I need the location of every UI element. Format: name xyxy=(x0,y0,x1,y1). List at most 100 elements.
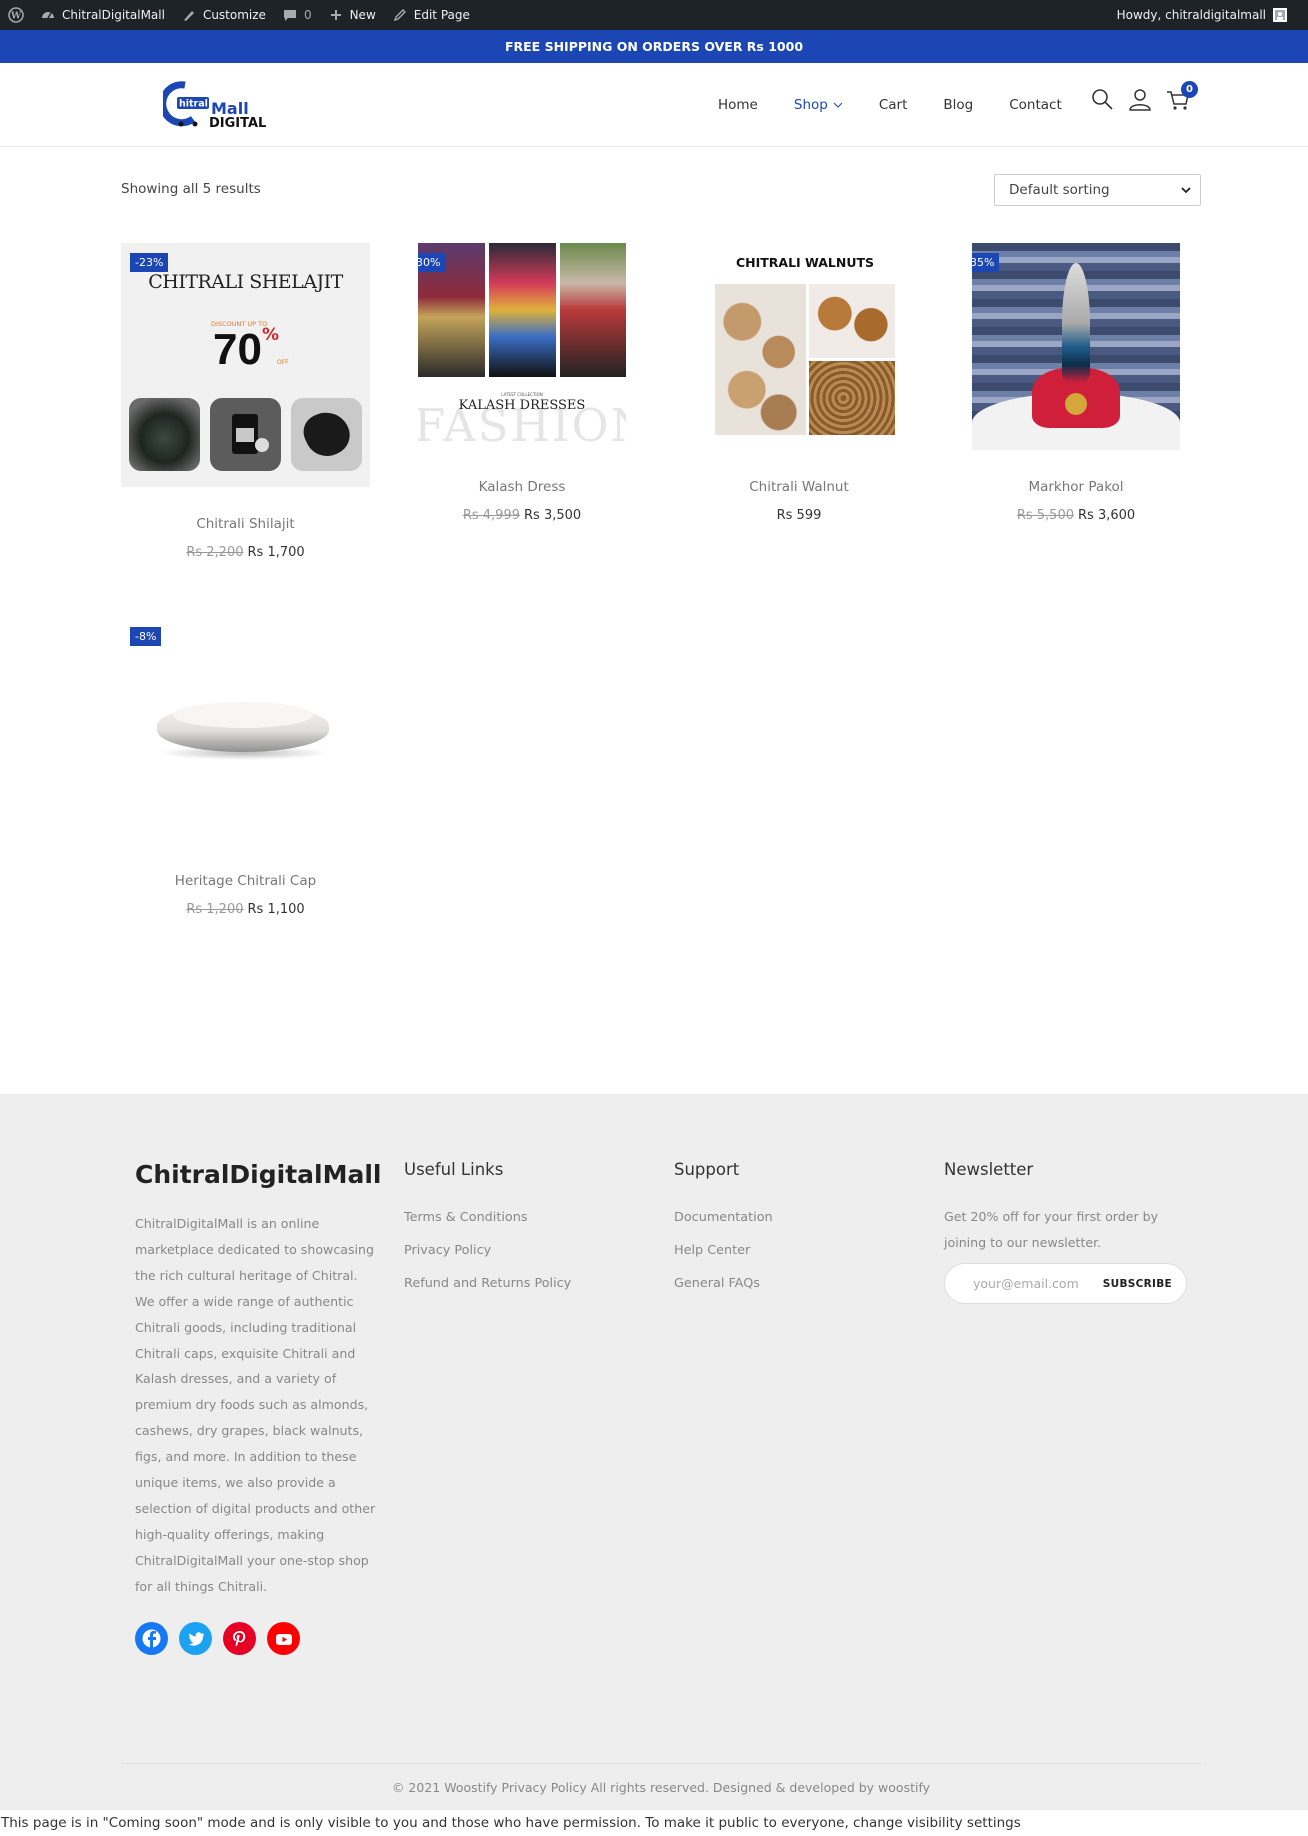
brush-icon xyxy=(183,11,194,21)
nav-contact[interactable]: Contact xyxy=(991,97,1080,113)
new-label: New xyxy=(349,8,376,22)
nav-shop[interactable]: Shop xyxy=(776,97,861,113)
facebook-icon[interactable] xyxy=(135,1622,168,1655)
cart-count-badge: 0 xyxy=(1181,81,1198,98)
main-nav: Home Shop Cart Blog Contact xyxy=(700,63,1080,147)
dashboard-icon xyxy=(42,12,54,19)
nav-cart[interactable]: Cart xyxy=(861,97,926,113)
nav-blog[interactable]: Blog xyxy=(925,97,991,113)
old-price: Rs 2,200 xyxy=(186,545,244,560)
shilajit-discount-number: 70% xyxy=(213,325,279,374)
site-name-link[interactable]: ChitralDigitalMall xyxy=(32,0,173,30)
footer-divider xyxy=(121,1763,1201,1764)
comments-link[interactable]: 0 xyxy=(274,0,320,30)
pakol-brooch xyxy=(1065,393,1087,415)
nav-contact-label: Contact xyxy=(1009,97,1062,113)
comments-count: 0 xyxy=(303,8,312,22)
sorting-value: Default sorting xyxy=(1009,182,1110,198)
promo-text: FREE SHIPPING ON ORDERS OVER Rs 1000 xyxy=(504,39,804,54)
product-name-markhor-pakol[interactable]: Markhor Pakol xyxy=(972,479,1180,495)
wordpress-logo-button[interactable]: W xyxy=(0,0,32,30)
product-price-shilajit: Rs 2,200 Rs 1,700 xyxy=(121,545,370,560)
site-name-label: ChitralDigitalMall xyxy=(62,8,165,22)
result-count: Showing all 5 results xyxy=(121,181,261,197)
cart-icon[interactable]: 0 xyxy=(1166,81,1198,111)
nav-shop-label: Shop xyxy=(793,97,828,113)
chevron-down-icon xyxy=(1181,187,1191,194)
admin-bar: W ChitralDigitalMall Customize 0 New Edi… xyxy=(0,0,1308,30)
discount-badge: -23% xyxy=(130,253,169,272)
sale-price: Rs 1,700 xyxy=(247,545,305,560)
footer-link-documentation[interactable]: Documentation xyxy=(674,1210,773,1225)
nav-home[interactable]: Home xyxy=(700,97,776,113)
kalash-small-label: LATEST COLLECTION xyxy=(501,392,543,397)
logo-graphic: hitral Mall DIGITAL xyxy=(159,81,266,131)
product-price-markhor-pakol: Rs 5,500 Rs 3,600 xyxy=(972,508,1180,523)
footer-link-terms[interactable]: Terms & Conditions xyxy=(404,1210,528,1225)
twitter-icon[interactable] xyxy=(179,1622,212,1655)
shilajit-bottle-image xyxy=(210,398,281,471)
pinterest-icon[interactable] xyxy=(223,1622,256,1655)
comment-icon xyxy=(283,10,296,21)
product-price-kalash-dress: Rs 4,999 Rs 3,500 xyxy=(418,508,626,523)
product-image-heritage-cap[interactable]: -8% xyxy=(121,618,370,854)
useful-links-heading: Useful Links xyxy=(404,1160,504,1179)
product-name-shilajit[interactable]: Chitrali Shilajit xyxy=(121,516,370,532)
user-account-icon[interactable] xyxy=(1128,87,1152,111)
shilajit-off-label: OFF xyxy=(277,359,289,366)
footer-about-text: ChitralDigitalMall is an online marketpl… xyxy=(135,1216,376,1594)
search-icon[interactable] xyxy=(1090,87,1114,111)
product-name-walnut[interactable]: Chitrali Walnut xyxy=(700,479,898,495)
product-price-heritage-cap: Rs 1,200 Rs 1,100 xyxy=(121,902,370,917)
sorting-select[interactable]: Default sorting xyxy=(994,174,1201,206)
my-account-menu[interactable]: Howdy, chitraldigitalmall xyxy=(1109,0,1308,30)
product-name-kalash-dress[interactable]: Kalash Dress xyxy=(418,479,626,495)
cap-top xyxy=(173,702,313,728)
footer-link-faqs[interactable]: General FAQs xyxy=(674,1276,760,1291)
discount-badge: -8% xyxy=(130,627,162,646)
footer-link-help-center[interactable]: Help Center xyxy=(674,1243,750,1258)
svg-text:hitral: hitral xyxy=(179,99,208,110)
site-logo[interactable]: hitral Mall DIGITAL xyxy=(159,79,273,131)
customize-label: Customize xyxy=(202,8,266,22)
product-image-shilajit[interactable]: CHITRALI SHELAJIT DISCOUNT UP TO 70% OFF… xyxy=(121,243,370,487)
new-content-link[interactable]: New xyxy=(320,0,384,30)
newsletter-text: Get 20% off for your first order by join… xyxy=(944,1209,1159,1250)
footer-link-refund[interactable]: Refund and Returns Policy xyxy=(404,1276,571,1291)
walnut-photo-bottom-right xyxy=(809,361,895,435)
discount-badge: -35% xyxy=(972,253,1000,272)
newsletter-email-input[interactable]: your@email.com xyxy=(973,1276,1103,1291)
nav-blog-label: Blog xyxy=(943,97,974,113)
sale-price: Rs 1,100 xyxy=(247,902,305,917)
edit-page-label: Edit Page xyxy=(413,8,470,22)
social-links xyxy=(135,1622,300,1655)
product-image-markhor-pakol[interactable]: -35% xyxy=(972,243,1180,450)
newsletter-heading: Newsletter xyxy=(944,1160,1034,1179)
walnut-photo-left xyxy=(715,284,806,435)
sale-price: Rs 599 xyxy=(776,508,822,523)
footer-link-privacy[interactable]: Privacy Policy xyxy=(404,1243,491,1258)
coming-soon-notice: This page is in "Coming soon" mode and i… xyxy=(0,1810,1308,1836)
edit-page-link[interactable]: Edit Page xyxy=(384,0,478,30)
sale-price: Rs 3,600 xyxy=(1078,508,1136,523)
customize-link[interactable]: Customize xyxy=(173,0,274,30)
shilajit-poster-title: CHITRALI SHELAJIT xyxy=(148,271,343,293)
walnut-poster-title: CHITRALI WALNUTS xyxy=(735,255,875,270)
subscribe-button[interactable]: SUBSCRIBE xyxy=(1103,1278,1172,1290)
product-price-walnut: Rs 599 xyxy=(700,508,898,523)
site-header: hitral Mall DIGITAL Home Shop Cart Blog … xyxy=(0,63,1308,147)
header-icons: 0 xyxy=(1090,81,1198,111)
kalash-photo-3 xyxy=(560,243,626,377)
product-name-heritage-cap[interactable]: Heritage Chitrali Cap xyxy=(121,873,370,889)
support-heading: Support xyxy=(674,1160,740,1179)
discount-badge: -30% xyxy=(418,253,446,272)
chevron-down-icon xyxy=(833,102,843,108)
old-price: Rs 4,999 xyxy=(462,508,520,523)
product-image-walnut[interactable]: CHITRALI WALNUTS xyxy=(706,243,904,450)
nav-home-label: Home xyxy=(718,97,758,113)
youtube-icon[interactable] xyxy=(267,1622,300,1655)
kalash-photo-2 xyxy=(489,243,556,377)
product-image-kalash-dress[interactable]: FASHION LATEST COLLECTION KALASH DRESSES… xyxy=(418,243,626,450)
newsletter-form: your@email.com SUBSCRIBE xyxy=(944,1263,1187,1304)
avatar-icon xyxy=(1273,8,1287,22)
